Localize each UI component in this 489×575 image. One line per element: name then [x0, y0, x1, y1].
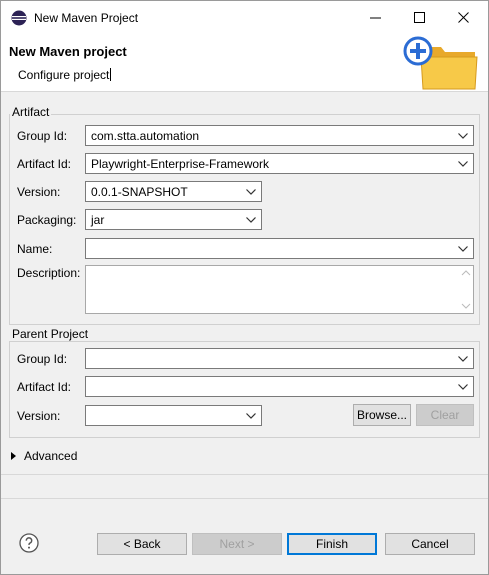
packaging-label: Packaging:: [17, 213, 77, 227]
chevron-down-icon: [458, 133, 468, 139]
expand-arrow-icon: [11, 452, 16, 460]
name-combo[interactable]: [85, 238, 474, 259]
new-folder-icon: [403, 36, 478, 90]
name-label: Name:: [17, 242, 53, 256]
parent-artifact-id-label: Artifact Id:: [17, 380, 72, 394]
cancel-button[interactable]: Cancel: [385, 533, 475, 555]
separator: [1, 474, 488, 499]
help-icon[interactable]: [19, 533, 39, 553]
packaging-combo[interactable]: jar: [85, 209, 262, 230]
artifact-id-label: Artifact Id:: [17, 157, 72, 171]
artifact-legend: Artifact: [10, 105, 52, 119]
parent-version-label: Version:: [17, 409, 61, 423]
description-textarea[interactable]: [85, 265, 474, 314]
parent-version-combo[interactable]: [85, 405, 262, 426]
chevron-down-icon: [246, 189, 256, 195]
back-button[interactable]: < Back: [97, 533, 187, 555]
advanced-label: Advanced: [24, 449, 78, 463]
browse-button[interactable]: Browse...: [353, 404, 411, 426]
window-title: New Maven Project: [34, 11, 139, 25]
vertical-scrollbar[interactable]: [459, 266, 473, 313]
chevron-down-icon: [246, 217, 256, 223]
title-bar: New Maven Project: [1, 1, 488, 35]
parent-group-id-label: Group Id:: [17, 352, 68, 366]
version-label: Version:: [17, 185, 61, 199]
parent-group-id-combo[interactable]: [85, 348, 474, 369]
chevron-down-icon: [246, 413, 256, 419]
close-icon: [458, 12, 469, 23]
header-banner: New Maven project Configure project: [1, 35, 488, 92]
close-button[interactable]: [442, 1, 486, 35]
chevron-down-icon: [458, 161, 468, 167]
chevron-down-icon: [458, 384, 468, 390]
chevron-down-icon: [458, 246, 468, 252]
parent-project-legend: Parent Project: [10, 327, 91, 341]
eclipse-icon: [11, 10, 27, 26]
artifact-id-combo[interactable]: Playwright-Enterprise-Framework: [85, 153, 474, 174]
minimize-icon: [370, 17, 381, 19]
maximize-icon: [414, 12, 425, 23]
version-combo[interactable]: 0.0.1-SNAPSHOT: [85, 181, 262, 202]
parent-artifact-id-combo[interactable]: [85, 376, 474, 397]
page-title: New Maven project: [9, 44, 127, 59]
finish-button[interactable]: Finish: [287, 533, 377, 555]
minimize-button[interactable]: [354, 1, 398, 35]
chevron-down-icon: [458, 356, 468, 362]
group-id-label: Group Id:: [17, 129, 68, 143]
group-id-combo[interactable]: com.stta.automation: [85, 125, 474, 146]
clear-button[interactable]: Clear: [416, 404, 474, 426]
next-button[interactable]: Next >: [192, 533, 282, 555]
description-label: Description:: [17, 266, 81, 280]
page-subtitle: Configure project: [18, 68, 112, 82]
new-maven-project-dialog: New Maven Project New Maven project Conf…: [0, 0, 489, 575]
maximize-button[interactable]: [398, 1, 442, 35]
